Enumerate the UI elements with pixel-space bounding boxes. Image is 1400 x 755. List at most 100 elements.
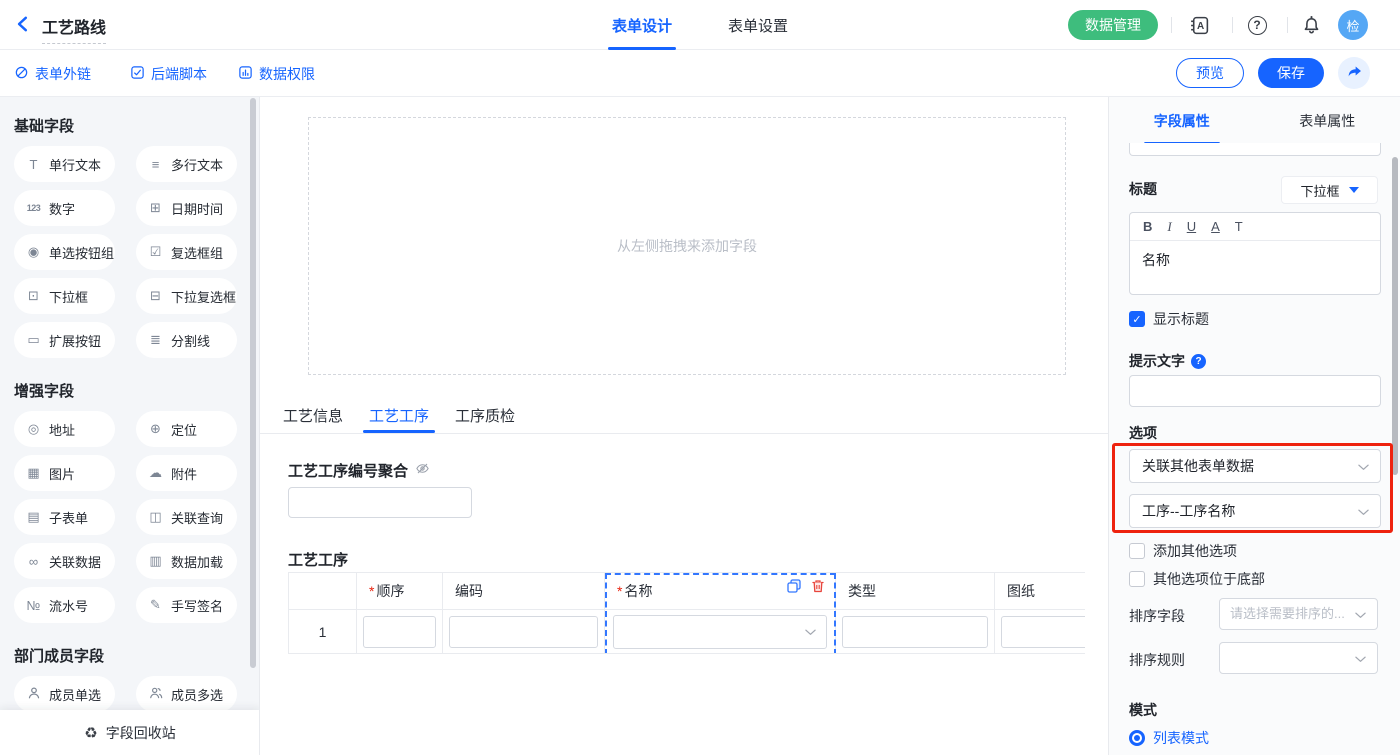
copy-icon[interactable] [786,578,802,594]
type-input[interactable] [842,616,988,648]
page-title[interactable]: 工艺路线 [42,14,106,44]
section-member-fields: 部门成员字段 [14,645,259,666]
form-toolbar: 表单外链 后端脚本 数据权限 预览 保存 [0,50,1400,97]
show-title-checkbox[interactable]: ✓ 显示标题 [1129,309,1209,329]
person-icon [25,686,42,703]
field-pill-member-multi[interactable]: 成员多选 [136,676,237,712]
widget-type-select[interactable]: 下拉框 [1281,176,1378,204]
field-pill-label: 复选框组 [171,243,223,262]
tab-form-properties[interactable]: 表单属性 [1255,97,1400,145]
field-pill-linked-query[interactable]: ◫关联查询 [136,499,237,535]
external-link-button[interactable]: 表单外链 [14,63,91,85]
tab-process-steps[interactable]: 工艺工序 [369,405,429,433]
data-permission-button[interactable]: 数据权限 [238,63,315,85]
field-pill-divider[interactable]: ≣分割线 [136,322,237,358]
italic-icon[interactable]: I [1167,219,1171,235]
column-header-type[interactable]: 类型 [836,573,995,610]
field-pill-linked-data[interactable]: ∞关联数据 [14,543,115,579]
field-recycle-bin[interactable]: ♻ 字段回收站 [0,710,260,755]
index-column-header [289,573,357,610]
form-canvas: 从左侧拖拽来添加字段 工艺信息 工艺工序 工序质检 工艺工序编号聚合 工艺工序 … [260,97,1108,755]
bold-icon[interactable]: B [1143,219,1152,234]
save-button[interactable]: 保存 [1258,58,1324,88]
sort-rule-select[interactable] [1219,642,1378,674]
avatar[interactable]: 检 [1338,10,1368,40]
add-other-option-checkbox[interactable]: 添加其他选项 [1129,541,1237,561]
field-pill-address[interactable]: ◎地址 [14,411,115,447]
field-pill-radio-group[interactable]: ◉单选按钮组 [14,234,115,270]
recycle-icon: ♻ [84,724,97,742]
field-pill-attachment[interactable]: ☁附件 [136,455,237,491]
field-pill-member-single[interactable]: 成员单选 [14,676,115,712]
aggregate-field-input[interactable] [288,487,472,518]
widget-type-value: 下拉框 [1300,181,1339,200]
drop-zone[interactable]: 从左侧拖拽来添加字段 [308,117,1066,375]
data-permission-icon [238,65,253,83]
aggregate-field[interactable]: 工艺工序编号聚合 [288,460,430,481]
field-pill-signature[interactable]: ✎手写签名 [136,587,237,623]
field-pill-data-load[interactable]: ▥数据加载 [136,543,237,579]
order-input[interactable] [363,616,436,648]
tab-field-properties[interactable]: 字段属性 [1109,97,1255,145]
sidebar-scrollbar[interactable] [250,98,256,668]
tab-process-info[interactable]: 工艺信息 [283,405,343,433]
field-pill-label: 手写签名 [171,596,223,615]
svg-text:A: A [1196,21,1203,32]
back-button[interactable] [14,15,34,35]
sort-rule-label: 排序规则 [1129,650,1185,670]
field-pill-serial-number[interactable]: №流水号 [14,587,115,623]
share-button[interactable] [1338,57,1370,89]
field-pill-number[interactable]: 123数字 [14,190,115,226]
name-select[interactable] [613,615,827,649]
subform-body-row: 1 [289,610,1085,654]
sort-field-select[interactable]: 请选择需要排序的... [1219,598,1378,630]
column-label: 图纸 [1007,583,1035,599]
field-pill-datetime[interactable]: ⊞日期时间 [136,190,237,226]
field-pill-label: 地址 [49,420,75,439]
translate-book-icon[interactable]: A [1188,14,1210,36]
column-header-drawing[interactable]: 图纸 [995,573,1085,610]
delete-icon[interactable] [810,578,826,594]
title-editor-value[interactable]: 名称 [1130,241,1380,279]
notification-bell-icon[interactable] [1300,14,1322,36]
font-size-icon[interactable]: T [1235,219,1243,234]
font-color-icon[interactable]: A [1211,219,1220,234]
subform-table: *顺序 编码 *名称 类型 图纸 1 [288,572,1085,654]
tab-form-design[interactable]: 表单设计 [612,0,672,50]
field-pill-select[interactable]: ⊡下拉框 [14,278,115,314]
enhanced-fields-grid: ◎地址 ⊕定位 ▦图片 ☁附件 ▤子表单 ◫关联查询 ∞关联数据 ▥数据加载 №… [14,411,259,623]
field-pill-single-line-text[interactable]: T单行文本 [14,146,115,182]
help-circle-icon[interactable]: ? [1191,354,1206,369]
panel-scrollbar[interactable] [1392,157,1398,475]
eye-off-icon [415,461,430,480]
underline-icon[interactable]: U [1187,219,1196,234]
field-pill-multi-line-text[interactable]: ≡多行文本 [136,146,237,182]
other-option-bottom-checkbox[interactable]: 其他选项位于底部 [1129,569,1265,589]
option-source-select[interactable]: 关联其他表单数据 [1129,449,1381,483]
canvas-tabs: 工艺信息 工艺工序 工序质检 [283,405,515,433]
drawing-input[interactable] [1001,616,1085,648]
field-pill-multi-select[interactable]: ⊟下拉复选框 [136,278,237,314]
field-pill-image[interactable]: ▦图片 [14,455,115,491]
backend-script-button[interactable]: 后端脚本 [130,63,207,85]
help-icon[interactable]: ? [1246,14,1268,36]
share-arrow-icon [1345,62,1363,85]
list-mode-radio[interactable]: 列表模式 [1129,728,1209,748]
field-pill-checkbox-group[interactable]: ☑复选框组 [136,234,237,270]
checkbox-unchecked-icon [1129,543,1145,559]
hint-text-input[interactable] [1129,375,1381,407]
field-pill-extend-button[interactable]: ▭扩展按钮 [14,322,115,358]
column-header-code[interactable]: 编码 [443,573,605,610]
column-header-order[interactable]: *顺序 [357,573,443,610]
data-permission-label: 数据权限 [259,64,315,84]
data-manage-button[interactable]: 数据管理 [1068,10,1158,40]
tab-form-settings[interactable]: 表单设置 [728,0,788,50]
code-input[interactable] [449,616,598,648]
app-root: 工艺路线 表单设计 表单设置 数据管理 A ? 检 表单外链 后端脚本 [0,0,1400,755]
field-pill-location[interactable]: ⊕定位 [136,411,237,447]
option-field-select[interactable]: 工序--工序名称 [1129,494,1381,528]
column-label: 类型 [848,583,876,599]
tab-step-qc[interactable]: 工序质检 [455,405,515,433]
preview-button[interactable]: 预览 [1176,58,1244,88]
field-pill-subform[interactable]: ▤子表单 [14,499,115,535]
